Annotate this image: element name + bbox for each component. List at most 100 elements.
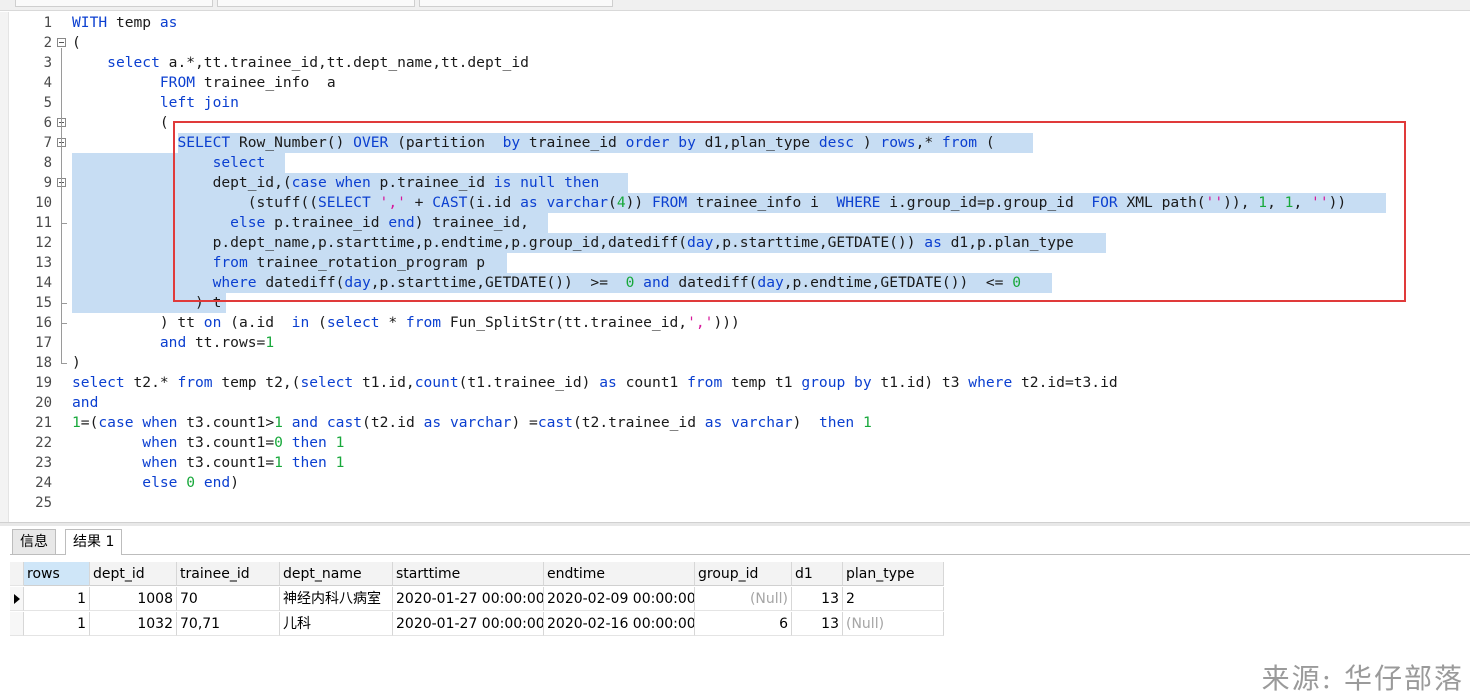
tab-result-1[interactable]: 结果 1: [65, 529, 123, 555]
code-text: FROM trainee_info a: [159, 74, 336, 91]
table-cell[interactable]: 1008: [90, 587, 177, 611]
line-number: 6: [43, 115, 52, 131]
line-number: 14: [35, 275, 52, 291]
row-indicator[interactable]: [10, 612, 24, 636]
line-number: 22: [35, 435, 52, 451]
column-header[interactable]: rows: [24, 562, 90, 586]
code-line[interactable]: 12 p.dept_name,p.starttime,p.endtime,p.g…: [0, 233, 1470, 253]
code-line[interactable]: 11 else p.trainee_id end) trainee_id,: [0, 213, 1470, 233]
column-header[interactable]: endtime: [544, 562, 695, 586]
top-tab-2[interactable]: [217, 0, 415, 7]
top-tab-3[interactable]: [419, 0, 613, 7]
code-text: ) tt on (a.id in (select * from Fun_Spli…: [72, 314, 740, 331]
code-line[interactable]: 3 select a.*,tt.trainee_id,tt.dept_name,…: [0, 53, 1470, 73]
table-cell[interactable]: 2: [843, 587, 944, 611]
column-header[interactable]: starttime: [393, 562, 544, 586]
top-tab-1[interactable]: [15, 0, 213, 7]
code-text: ): [72, 354, 81, 371]
line-number: 5: [43, 95, 52, 111]
sql-editor[interactable]: 1 WITH temp as 2(3 select a.*,tt.trainee_i…: [0, 12, 1470, 522]
column-header[interactable]: group_id: [695, 562, 792, 586]
code-text: 1=(case when t3.count1>1 and cast(t2.id …: [72, 414, 872, 431]
column-header[interactable]: trainee_id: [177, 562, 280, 586]
table-cell[interactable]: 70,71: [177, 612, 280, 636]
line-number: 7: [43, 135, 52, 151]
code-line[interactable]: 16 ) tt on (a.id in (select * from Fun_S…: [0, 313, 1470, 333]
line-number: 20: [35, 395, 52, 411]
table-cell[interactable]: (Null): [843, 612, 944, 636]
table-cell[interactable]: 13: [792, 587, 843, 611]
code-line[interactable]: 5 left join: [0, 93, 1470, 113]
code-text: else p.trainee_id end) trainee_id,: [230, 214, 529, 231]
code-text: when t3.count1=1 then 1: [142, 454, 345, 471]
code-line[interactable]: 1 WITH temp as: [0, 13, 1470, 33]
column-header[interactable]: dept_name: [280, 562, 393, 586]
code-text: p.dept_name,p.starttime,p.endtime,p.grou…: [72, 234, 1074, 251]
table-cell[interactable]: 2020-02-09 00:00:00: [544, 587, 695, 611]
line-number: 17: [35, 335, 52, 351]
code-line[interactable]: 23 when t3.count1=1 then 1: [0, 453, 1470, 473]
fold-guide: [61, 148, 62, 303]
watermark: 来源: 华仔部落: [1261, 662, 1464, 695]
table-cell[interactable]: 2020-01-27 00:00:00: [393, 612, 544, 636]
code-line[interactable]: 10 (stuff((SELECT ',' + CAST(i.id as var…: [0, 193, 1470, 213]
table-cell[interactable]: 2020-02-16 00:00:00: [544, 612, 695, 636]
table-cell[interactable]: 6: [695, 612, 792, 636]
code-line[interactable]: 8 select: [0, 153, 1470, 173]
code-text: left join: [159, 94, 239, 111]
column-header[interactable]: plan_type: [843, 562, 944, 586]
column-header[interactable]: d1: [792, 562, 843, 586]
table-cell[interactable]: 1: [24, 612, 90, 636]
fold-guide-end: [61, 223, 67, 224]
code-text: dept_id,(case when p.trainee_id is null …: [72, 174, 600, 191]
code-line[interactable]: 2(: [0, 33, 1470, 53]
line-number: 25: [35, 495, 52, 511]
code-line[interactable]: 18): [0, 353, 1470, 373]
code-text: select a.*,tt.trainee_id,tt.dept_name,tt…: [107, 54, 529, 71]
code-line[interactable]: 25: [0, 493, 1470, 513]
code-line[interactable]: 24 else 0 end): [0, 473, 1470, 493]
tab-info[interactable]: 信息: [12, 529, 56, 554]
code-line[interactable]: 14 where datediff(day,p.starttime,GETDAT…: [0, 273, 1470, 293]
code-text: where datediff(day,p.starttime,GETDATE()…: [212, 274, 1022, 291]
code-line[interactable]: 15 ) t: [0, 293, 1470, 313]
fold-toggle-icon[interactable]: [57, 38, 66, 47]
code-text: (: [72, 114, 169, 131]
line-number: 9: [43, 175, 52, 191]
line-number: 21: [35, 415, 52, 431]
code-line[interactable]: 19 select t2.* from temp t2,(select t1.id…: [0, 373, 1470, 393]
table-cell[interactable]: 1032: [90, 612, 177, 636]
code-line[interactable]: 4 FROM trainee_info a: [0, 73, 1470, 93]
row-indicator[interactable]: [10, 587, 24, 611]
code-line[interactable]: 9 dept_id,(case when p.trainee_id is nul…: [0, 173, 1470, 193]
table-cell[interactable]: 神经内科八病室: [280, 587, 393, 611]
code-text: (stuff((SELECT ',' + CAST(i.id as varcha…: [72, 194, 1347, 211]
line-number: 3: [43, 55, 52, 71]
code-line[interactable]: 6 (: [0, 113, 1470, 133]
code-line[interactable]: 17 and tt.rows=1: [0, 333, 1470, 353]
line-number: 18: [35, 355, 52, 371]
code-line[interactable]: 13 from trainee_rotation_program p: [0, 253, 1470, 273]
line-number: 24: [35, 475, 52, 491]
code-text: ) t: [72, 294, 222, 311]
table-cell[interactable]: 儿科: [280, 612, 393, 636]
row-indicator[interactable]: [10, 562, 24, 586]
fold-guide-end: [61, 323, 67, 324]
line-number: 8: [43, 155, 52, 171]
splitter[interactable]: [0, 522, 1470, 526]
table-cell[interactable]: 1: [24, 587, 90, 611]
result-tabs: 信息 结果 1: [10, 527, 1470, 555]
code-line[interactable]: 22 when t3.count1=0 then 1: [0, 433, 1470, 453]
code-line[interactable]: 21 1=(case when t3.count1>1 and cast(t2.i…: [0, 413, 1470, 433]
line-number: 23: [35, 455, 52, 471]
code-text: select t2.* from temp t2,(select t1.id,c…: [72, 374, 1118, 391]
column-header[interactable]: dept_id: [90, 562, 177, 586]
code-text: from trainee_rotation_program p: [212, 254, 485, 271]
table-cell[interactable]: (Null): [695, 587, 792, 611]
table-cell[interactable]: 70: [177, 587, 280, 611]
line-number: 10: [35, 195, 52, 211]
table-cell[interactable]: 2020-01-27 00:00:00: [393, 587, 544, 611]
table-cell[interactable]: 13: [792, 612, 843, 636]
code-line[interactable]: 7 SELECT Row_Number() OVER (partition by…: [0, 133, 1470, 153]
code-line[interactable]: 20 and: [0, 393, 1470, 413]
